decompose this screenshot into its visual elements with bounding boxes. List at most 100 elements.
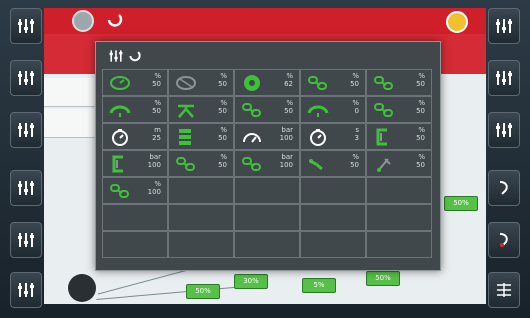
softkey-right-2[interactable] [488,60,520,96]
parameter-value: % 50 [201,153,227,169]
softkey-left-2[interactable] [10,60,42,96]
parameter-number: 100 [147,161,161,169]
logo-icon [129,51,141,62]
parameter-cell[interactable]: % 50 [168,150,234,177]
parameter-number: 50 [152,107,161,115]
parameter-number: 50 [152,80,161,88]
softkey-left-3[interactable] [10,112,42,148]
background-value-pill: 30% [234,274,268,289]
parameter-unit: m [154,126,161,134]
parameter-value: % 0 [333,99,359,115]
chain-icon [176,157,195,171]
parameter-number: 50 [218,107,227,115]
parameter-cell[interactable]: bar 100 [234,123,300,150]
parameter-value: bar 100 [135,153,161,169]
timer-icon [112,129,128,146]
warning-icon[interactable] [446,11,468,33]
parameter-unit: % [352,99,359,107]
sliders-icon [109,50,123,62]
parameter-value: % 50 [135,99,161,115]
background-title-bar [44,8,486,34]
sliders-icon [18,123,34,137]
parameter-unit: % [154,99,161,107]
parameter-cell[interactable]: % 50 [168,96,234,123]
parameter-number: 50 [284,107,293,115]
parameter-grid: % 50% 50% 62% 50% 50% 50% 50% 50% 0% 50 m 25% 50 bar 10… [102,69,432,263]
softkey-right-4[interactable] [488,170,520,206]
parameter-number: 100 [279,134,293,142]
softkey-left-5[interactable] [10,222,42,258]
empty-cell [300,204,366,231]
parameter-number: 50 [218,134,227,142]
parameter-cell[interactable]: % 50 [300,69,366,96]
parameter-cell[interactable]: % 50 [366,123,432,150]
parameter-unit: s [355,126,359,134]
empty-cell [300,177,366,204]
parameter-cell[interactable]: % 50 [300,150,366,177]
chain-icon [374,103,393,117]
parameter-cell[interactable]: % 0 [300,96,366,123]
sliders-icon [18,283,34,297]
background-value-pill: 50% [366,271,400,286]
parameter-cell[interactable]: s3 [300,123,366,150]
power-icon[interactable] [72,10,94,32]
empty-cell [168,177,234,204]
parameter-unit: % [418,153,425,161]
empty-cell [366,231,432,258]
sliders-icon [18,19,34,33]
parameter-cell[interactable]: % 50 [366,150,432,177]
softkey-right-1[interactable] [488,8,520,44]
background-value-pill: 50% [444,196,478,211]
parameter-unit: % [418,72,425,80]
sliders-icon [496,19,512,33]
chain-icon [374,76,393,90]
parameter-cell[interactable]: % 50 [366,69,432,96]
parameter-cell[interactable]: % 50 [102,96,168,123]
logo-icon [107,14,123,27]
parameter-value: % 50 [333,153,359,169]
parameter-value: % 100 [135,180,161,196]
parameter-unit: bar [281,126,293,134]
softkey-left-6[interactable] [10,272,42,308]
parameter-cell[interactable]: % 100 [102,177,168,204]
ecu-speed-icon [110,76,130,90]
parameter-value: % 62 [267,72,293,88]
parameter-number: 50 [416,107,425,115]
hood-icon [109,105,131,117]
hood-icon [307,105,329,117]
timer-icon [310,129,326,146]
parameter-value: % 50 [399,126,425,142]
softkey-right-6[interactable] [488,272,520,308]
softkey-left-4[interactable] [10,170,42,206]
parameter-cell[interactable]: % 50 [168,69,234,96]
parameter-cell[interactable]: % 50 [366,96,432,123]
parameter-unit: % [418,99,425,107]
parameter-value: % 50 [201,99,227,115]
parameter-cell[interactable]: % 50 [102,69,168,96]
parameter-unit: % [154,72,161,80]
parameter-cell[interactable]: bar 100 [102,150,168,177]
sliders-icon [18,181,34,195]
softkey-left-1[interactable] [10,8,42,44]
parameter-number: 50 [416,134,425,142]
background-value-pill: 5% [302,278,336,293]
parameter-cell[interactable]: % 62 [234,69,300,96]
tripod-icon [178,104,194,118]
ecu-off-icon [176,76,196,90]
parameter-cell[interactable]: % 50 [168,123,234,150]
parameter-cell[interactable]: m 25 [102,123,168,150]
parameter-unit: % [154,180,161,188]
parameter-unit: % [286,99,293,107]
stack-icon [179,129,191,145]
parameter-cell[interactable]: % 50 [234,96,300,123]
softkey-right-3[interactable] [488,112,520,148]
parameter-value: % 50 [399,72,425,88]
parameter-value: % 50 [135,72,161,88]
bracket-icon [376,128,387,146]
parameter-cell[interactable]: bar 100 [234,150,300,177]
softkey-right-5[interactable] [488,222,520,258]
parameter-number: 50 [416,80,425,88]
empty-cell [102,231,168,258]
empty-cell [234,177,300,204]
parameter-value: bar 100 [267,153,293,169]
